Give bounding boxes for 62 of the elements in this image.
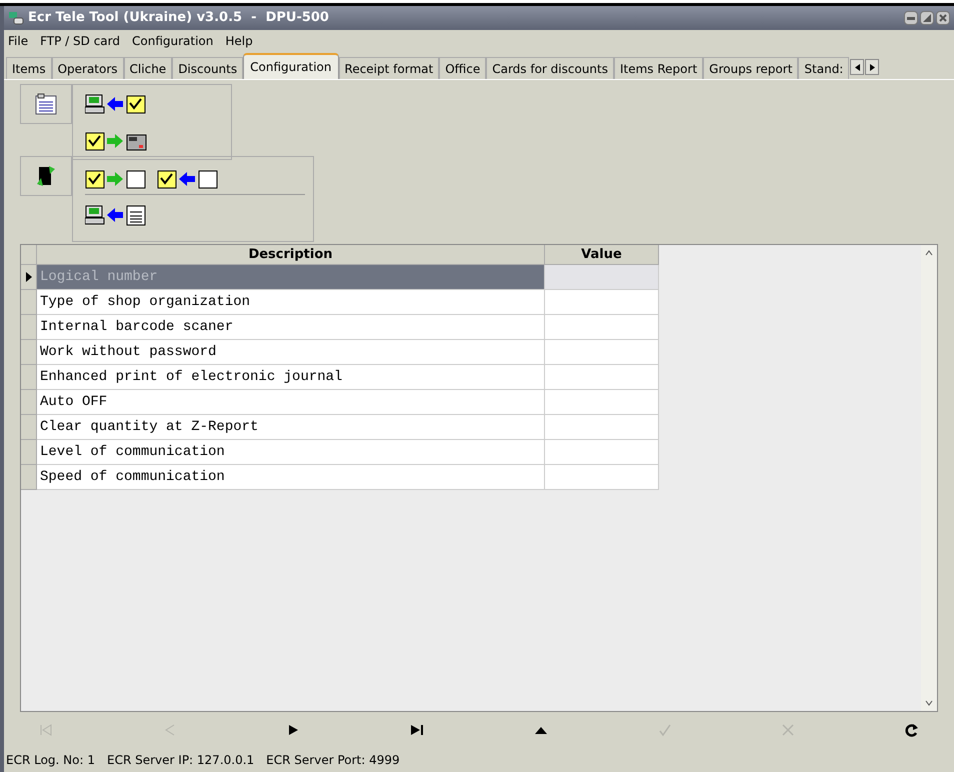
tab[interactable]: Receipt format [338, 57, 440, 79]
table-cell[interactable]: Level of communication [37, 440, 545, 465]
window-title: Ecr Tele Tool (Ukraine) v3.0.5 - DPU-500 [28, 9, 329, 28]
scroll-left-button[interactable] [850, 59, 864, 75]
scroll-right-button[interactable] [865, 59, 880, 75]
maximize-icon [923, 14, 931, 22]
toolbar-handle-button[interactable] [20, 156, 72, 196]
toolbar-handle-button[interactable] [20, 84, 72, 124]
menu-item[interactable]: Configuration [132, 32, 214, 50]
table-cell[interactable] [545, 265, 659, 290]
next-icon [286, 723, 300, 737]
table-cell[interactable] [545, 415, 659, 440]
post-icon [658, 723, 672, 737]
close-icon [939, 14, 947, 22]
tab[interactable]: Cards for discounts [486, 57, 614, 79]
table-cell[interactable] [545, 465, 659, 490]
refresh-icon [904, 723, 919, 737]
table-cell[interactable]: Type of shop organization [37, 290, 545, 315]
status-text: ECR Server IP: 127.0.0.1 [107, 752, 254, 769]
tab[interactable]: Groups report [703, 57, 798, 79]
table-cell[interactable]: Speed of communication [37, 465, 545, 490]
minimize-button[interactable] [904, 11, 918, 25]
table-cell[interactable]: Internal barcode scaner [37, 315, 545, 340]
minimize-icon [907, 16, 915, 20]
tab[interactable]: Cliche [124, 57, 172, 79]
left-arrow-icon [854, 64, 860, 70]
scrollbar[interactable] [921, 245, 937, 711]
table-cell[interactable]: Clear quantity at Z-Report [37, 415, 545, 440]
cancel-icon [781, 723, 796, 737]
table-cell[interactable] [545, 340, 659, 365]
right-arrow-icon [870, 64, 875, 70]
status-text: ECR Log. No: 1 [6, 752, 95, 769]
tab[interactable]: Configuration [243, 53, 339, 79]
table-cell[interactable] [545, 440, 659, 465]
tab[interactable]: Items [6, 57, 52, 79]
tab[interactable]: Office [439, 57, 486, 79]
menu-item[interactable]: File [8, 32, 28, 50]
close-button[interactable] [936, 11, 950, 25]
table-cell[interactable]: Work without password [37, 340, 545, 365]
column-header[interactable]: Description [37, 245, 545, 265]
tab[interactable]: Items Report [614, 57, 704, 79]
menu-item[interactable]: Help [225, 32, 253, 50]
last-icon [410, 723, 424, 737]
app-icon [8, 10, 24, 26]
table-cell[interactable] [545, 315, 659, 340]
document-list-icon [35, 93, 57, 115]
maximize-button[interactable] [920, 11, 934, 25]
row-header[interactable] [21, 265, 37, 290]
first-icon [39, 723, 53, 737]
tab[interactable]: Operators [52, 57, 124, 79]
tab[interactable]: Discounts [172, 57, 244, 79]
menu-item[interactable]: FTP / SD card [40, 32, 120, 50]
table-cell[interactable] [545, 390, 659, 415]
status-text: ECR Server Port: 4999 [266, 752, 400, 769]
corner-header [21, 245, 37, 265]
table-cell[interactable] [545, 365, 659, 390]
prior-icon [162, 723, 177, 737]
column-header[interactable]: Value [545, 245, 659, 265]
table-cell[interactable]: Auto OFF [37, 390, 545, 415]
tab[interactable]: Stand: [798, 57, 850, 79]
table-cell[interactable]: Enhanced print of electronic journal [37, 365, 545, 390]
table-cell[interactable] [545, 290, 659, 315]
